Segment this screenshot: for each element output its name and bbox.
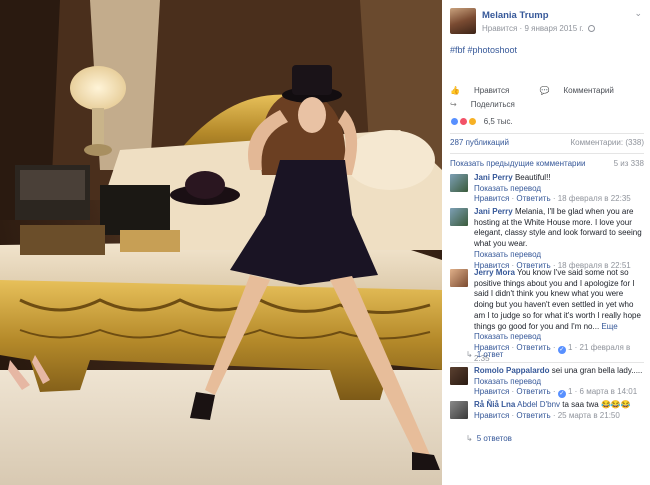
post-actions: 👍 Нравится 💬 Комментарий ↪ Поделиться <box>450 84 644 112</box>
author-name[interactable]: Melania Trump <box>482 10 549 21</box>
wow-reaction-icon <box>468 117 478 126</box>
comments-pagination: 5 из 338 <box>613 159 644 168</box>
commenter-name[interactable]: Jerry Mora <box>474 268 515 277</box>
love-reaction-icon <box>459 117 469 126</box>
comment-like-link[interactable]: Нравится <box>474 387 509 396</box>
comment-meta: Нравится · Ответить · 18 февраля в 22:35 <box>474 194 631 204</box>
share-action[interactable]: ↪ Поделиться <box>450 100 529 109</box>
comment-text: sei una gran bella lady..... <box>551 366 643 375</box>
post-hashtags[interactable]: #fbf #photoshoot <box>450 45 517 55</box>
reactions-summary[interactable]: 6,5 тыс. <box>450 117 644 131</box>
post-photo[interactable] <box>0 0 442 485</box>
comment-reply-link[interactable]: Ответить <box>516 387 550 396</box>
comment-date[interactable]: 18 февраля в 22:35 <box>558 194 631 203</box>
reactions-count: 6,5 тыс. <box>483 117 513 126</box>
commenter-avatar[interactable] <box>450 208 468 226</box>
reply-arrow-icon: ↳ <box>466 350 473 359</box>
comment-reply-link[interactable]: Ответить <box>516 411 550 420</box>
comment-likes[interactable]: 1 <box>568 387 572 396</box>
show-translation-link[interactable]: Показать перевод <box>474 184 644 195</box>
share-icon: ↪ <box>450 100 457 109</box>
show-translation-link[interactable]: Показать перевод <box>474 377 644 388</box>
comment-icon: 💬 <box>539 86 550 95</box>
comment-date[interactable]: 25 марта в 21:50 <box>558 411 620 420</box>
tagged-name[interactable]: Abdel D'bnv <box>517 400 560 409</box>
post-date[interactable]: 9 января 2015 г. <box>524 24 583 33</box>
like-reaction-icon <box>450 117 459 126</box>
show-previous-comments: Показать предыдущие комментарии 5 из 338 <box>450 159 644 168</box>
post-side-panel: Melania Trump Нравится · 9 января 2015 г… <box>442 0 650 485</box>
chevron-down-icon[interactable]: ⌄ <box>634 8 642 19</box>
commenter-name[interactable]: Jani Perry <box>474 207 513 216</box>
comment-meta: Нравится · Ответить · ✓ 1 · 6 марта в 14… <box>474 387 638 399</box>
comment-like-link[interactable]: Нравится <box>474 411 509 420</box>
commenter-avatar[interactable] <box>450 367 468 385</box>
commenter-avatar[interactable] <box>450 174 468 192</box>
shares-link[interactable]: 287 публикаций <box>450 138 509 147</box>
post-like-link[interactable]: Нравится <box>482 24 517 33</box>
commenter-name[interactable]: Jani Perry <box>474 173 513 182</box>
comment-reply-link[interactable]: Ответить <box>516 343 550 352</box>
see-more-link[interactable]: Еще <box>601 322 617 331</box>
commenter-avatar[interactable] <box>450 269 468 287</box>
like-action[interactable]: 👍 Нравится <box>450 86 523 95</box>
comment-date[interactable]: 6 марта в 14:01 <box>580 387 638 396</box>
like-reaction-icon: ✓ <box>557 345 566 354</box>
comment-action[interactable]: 💬 Комментарий <box>540 86 628 95</box>
post-header: Melania Trump Нравится · 9 января 2015 г… <box>450 8 644 38</box>
comment-text: Beautiful!! <box>514 173 551 182</box>
show-translation-link[interactable]: Показать перевод <box>474 332 644 343</box>
globe-icon <box>587 25 595 32</box>
author-avatar[interactable] <box>450 8 476 34</box>
post-stats: 287 публикаций Комментарии: (338) <box>450 138 644 147</box>
replies-link[interactable]: ↳ 5 ответов <box>466 434 512 443</box>
thumbs-up-icon: 👍 <box>450 86 460 95</box>
commenter-avatar[interactable] <box>450 401 468 419</box>
divider <box>450 362 644 363</box>
comments-count: Комментарии: (338) <box>570 138 644 147</box>
photo-illustration <box>0 0 442 485</box>
commenter-name[interactable]: Rå Ñiå Lna <box>474 400 515 409</box>
show-previous-link[interactable]: Показать предыдущие комментарии <box>450 159 585 168</box>
commenter-name[interactable]: Romolo Pappalardo <box>474 366 550 375</box>
divider <box>450 153 644 154</box>
post-meta: Нравится · 9 января 2015 г. <box>482 24 595 33</box>
divider <box>450 133 644 134</box>
comment-likes[interactable]: 1 <box>568 343 572 352</box>
comment-reply-link[interactable]: Ответить <box>516 194 550 203</box>
reply-arrow-icon: ↳ <box>466 434 473 443</box>
show-translation-link[interactable]: Показать перевод <box>474 250 644 261</box>
comment-meta: Нравится · Ответить · 25 марта в 21:50 <box>474 410 620 420</box>
comment-text: ta saa twa 😂😂😂 <box>562 400 631 409</box>
like-reaction-icon: ✓ <box>557 390 566 399</box>
comment-like-link[interactable]: Нравится <box>474 194 509 203</box>
replies-link[interactable]: ↳ 1 ответ <box>466 350 503 359</box>
